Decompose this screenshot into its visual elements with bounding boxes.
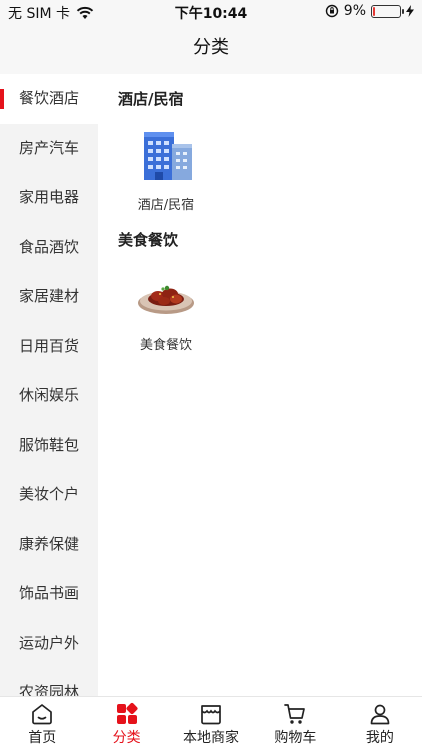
tab-local-stores[interactable]: 本地商家 [169, 697, 253, 750]
hotel-building-icon [136, 126, 196, 186]
sidebar-item-label: 服饰鞋包 [18, 435, 79, 454]
category-item-label: 美食餐饮 [139, 338, 192, 353]
sidebar-item-label: 家居建材 [18, 287, 79, 305]
battery-icon [371, 4, 404, 18]
sidebar-item-health[interactable]: 康养保健 [0, 520, 98, 570]
sidebar-item-label: 食品酒饮 [18, 237, 79, 256]
store-icon [201, 705, 221, 725]
sidebar-item-daily-goods[interactable]: 日用百货 [0, 322, 98, 372]
tab-profile[interactable]: 我的 [338, 697, 422, 750]
sidebar-item-apparel[interactable]: 服饰鞋包 [0, 421, 98, 471]
tab-label: 我的 [365, 730, 394, 746]
battery-percent: 9% [343, 3, 366, 19]
sidebar-item-label: 饰品书画 [18, 584, 79, 602]
sidebar-item-sports-outdoor[interactable]: 运动户外 [0, 619, 98, 669]
sidebar-item-home-building[interactable]: 家居建材 [0, 272, 98, 322]
section-title-food: 美食餐饮 [118, 231, 179, 249]
orientation-lock-icon [325, 4, 338, 18]
sidebar-item-accessories-art[interactable]: 饰品书画 [0, 569, 98, 619]
status-bar: 无 SIM 卡 下午10:44 9% [0, 0, 422, 24]
user-icon [370, 704, 390, 725]
tab-cart[interactable]: 购物车 [253, 697, 337, 750]
section-title-hotel: 酒店/民宿 [118, 90, 184, 108]
sidebar-item-label: 日用百货 [18, 336, 79, 355]
sidebar-item-catering-hotel[interactable]: 餐饮酒店 [0, 74, 98, 124]
tab-home[interactable]: 首页 [0, 697, 84, 750]
category-item-label: 酒店/民宿 [137, 198, 195, 213]
food-dish-icon [136, 266, 196, 326]
tab-category[interactable]: 分类 [84, 697, 168, 750]
category-content: 酒店/民宿 酒店/民宿 美食餐饮 美食餐饮 [98, 74, 422, 696]
page-title: 分类 [193, 37, 229, 58]
sidebar-item-appliances[interactable]: 家用电器 [0, 173, 98, 223]
sidebar-item-label: 美妆个户 [18, 485, 79, 503]
sidebar-item-label: 家用电器 [18, 188, 79, 206]
sidebar-item-agri-garden[interactable]: 农资园林 [0, 668, 98, 696]
sidebar-item-label: 房产汽车 [18, 138, 79, 157]
sidebar-item-label: 运动户外 [18, 633, 79, 652]
sidebar-item-food-drinks[interactable]: 食品酒饮 [0, 223, 98, 273]
category-item-hotel[interactable]: 酒店/民宿 [117, 126, 215, 213]
sidebar-item-label: 农资园林 [18, 683, 79, 696]
sidebar-item-beauty[interactable]: 美妆个户 [0, 470, 98, 520]
cart-icon [284, 704, 306, 724]
nav-bar: 分类 [0, 24, 422, 74]
tab-label: 本地商家 [183, 730, 240, 746]
charging-icon [406, 5, 414, 17]
sidebar-item-label: 餐饮酒店 [18, 89, 79, 107]
sidebar-item-label: 休闲娱乐 [18, 386, 79, 404]
home-icon [32, 704, 53, 725]
sidebar-item-label: 康养保健 [18, 534, 79, 553]
category-grid-icon [116, 702, 138, 724]
category-item-food[interactable]: 美食餐饮 [117, 266, 215, 353]
tab-label: 首页 [28, 730, 57, 746]
tab-label: 分类 [112, 730, 141, 746]
sidebar-item-realestate-auto[interactable]: 房产汽车 [0, 124, 98, 174]
tab-label: 购物车 [274, 730, 317, 746]
category-sidebar[interactable]: 餐饮酒店 房产汽车 家用电器 食品酒饮 家居建材 日用百货 休闲娱乐 服饰鞋包 … [0, 74, 98, 696]
bottom-tab-bar: 首页 分类 本地商家 购物车 我的 [0, 696, 422, 750]
sidebar-item-leisure[interactable]: 休闲娱乐 [0, 371, 98, 421]
